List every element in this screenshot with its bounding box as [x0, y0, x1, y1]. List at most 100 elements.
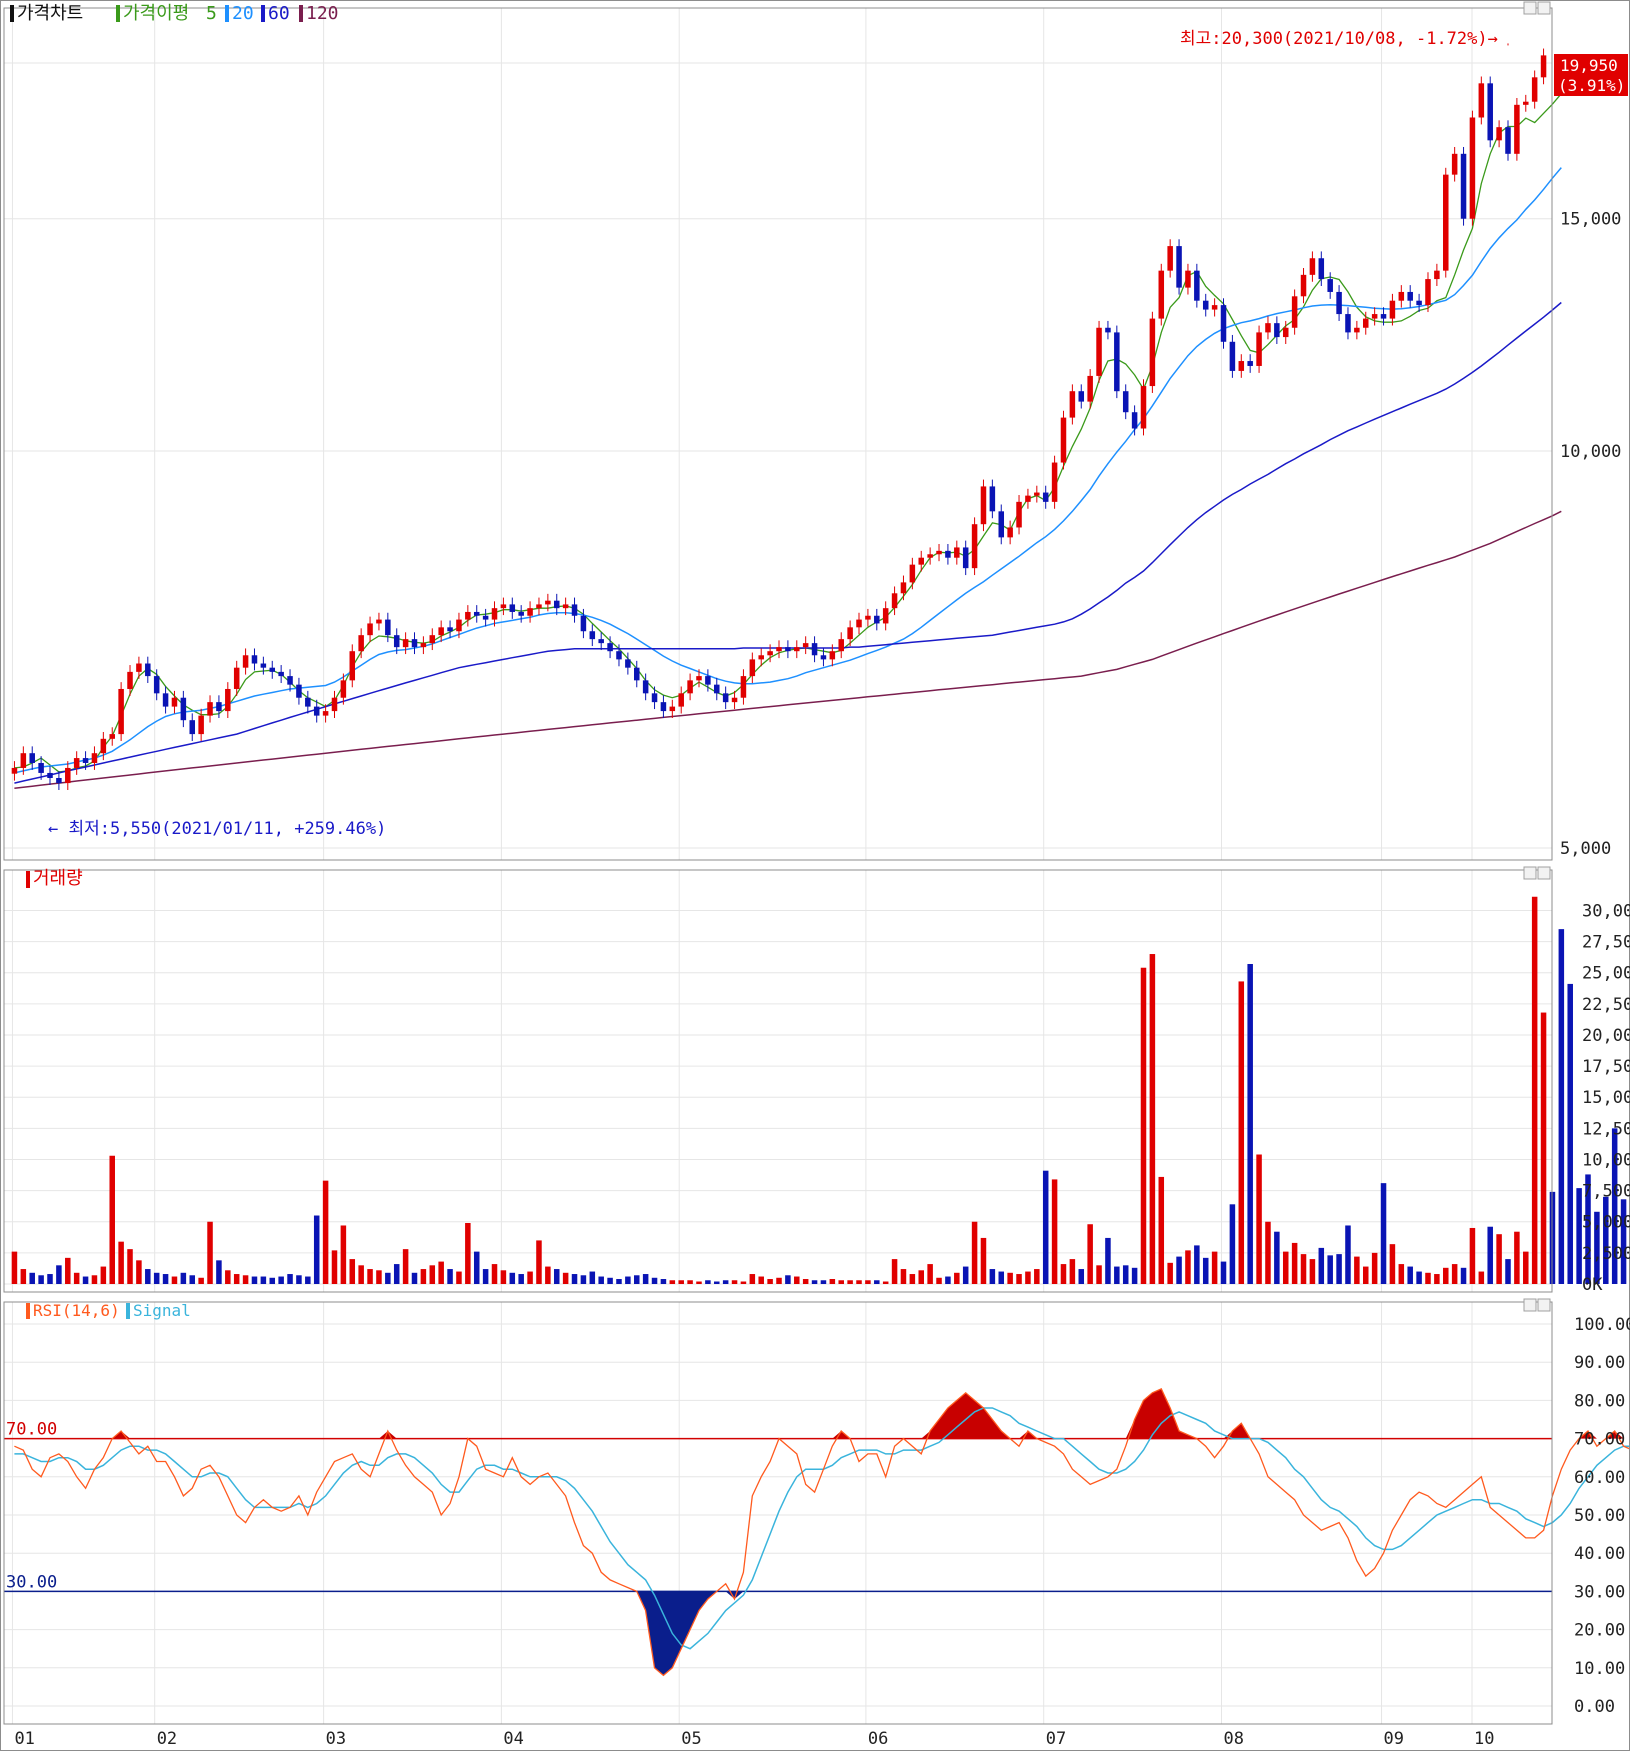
panel-minimize-button[interactable]: [1524, 2, 1536, 14]
volume-y-tick: 12,500K: [1582, 1119, 1630, 1139]
candle-up: [1434, 271, 1440, 279]
volume-bar: [1461, 1268, 1467, 1284]
volume-panel: [12, 897, 1627, 1284]
volume-bar: [1576, 1188, 1582, 1284]
volume-bar: [1443, 1268, 1449, 1284]
volume-bar: [998, 1272, 1004, 1284]
candle-down: [652, 693, 658, 702]
candle-up: [74, 758, 80, 768]
ma-line-20: [14, 168, 1561, 773]
volume-bar: [1034, 1269, 1040, 1284]
candle-down: [145, 664, 151, 677]
volume-bar: [234, 1274, 240, 1284]
candle-down: [661, 702, 667, 711]
panel-minimize-button[interactable]: [1524, 1299, 1536, 1311]
rsi-panel: [4, 1389, 1630, 1676]
candle-up: [856, 620, 862, 628]
price-y-tick: 15,000: [1560, 210, 1621, 230]
volume-bar: [305, 1277, 311, 1284]
volume-bar: [1292, 1243, 1298, 1284]
volume-frame: [4, 870, 1552, 1292]
candle-up: [838, 639, 844, 651]
volume-bar: [1505, 1259, 1511, 1284]
volume-bar: [1603, 1197, 1609, 1284]
ma-label: 가격이평: [123, 3, 189, 24]
candle-down: [1416, 301, 1422, 305]
candle-up: [767, 651, 773, 655]
candle-up: [927, 554, 933, 557]
volume-y-tick: 0K: [1582, 1275, 1603, 1295]
volume-bar: [678, 1280, 684, 1284]
candle-up: [981, 486, 987, 524]
candle-up: [1310, 258, 1316, 275]
panel-close-button[interactable]: [1538, 2, 1550, 14]
volume-bar: [216, 1260, 222, 1284]
volume-bar: [1176, 1257, 1182, 1284]
ma-line-60: [14, 303, 1561, 784]
volume-bar: [38, 1275, 44, 1284]
volume-bar: [252, 1277, 258, 1284]
candle-up: [350, 651, 356, 680]
volume-bar: [581, 1275, 587, 1284]
candle-down: [287, 676, 293, 685]
rsi-y-tick: 30.00: [1574, 1582, 1625, 1602]
volume-bar: [1070, 1259, 1076, 1284]
volume-bar: [394, 1264, 400, 1284]
volume-bar: [972, 1222, 978, 1284]
ma-legend-marker: [261, 5, 265, 22]
panel-close-button[interactable]: [1538, 1299, 1550, 1311]
candle-up: [758, 655, 764, 659]
candle-down: [714, 685, 720, 694]
volume-bar: [536, 1240, 542, 1284]
candle-down: [83, 758, 89, 763]
volume-bar: [474, 1252, 480, 1284]
candle-down: [990, 486, 996, 511]
candle-up: [1443, 175, 1449, 271]
volume-bar: [1514, 1232, 1520, 1284]
volume-bar: [510, 1273, 516, 1284]
volume-bar: [1212, 1252, 1218, 1284]
candle-down: [607, 643, 613, 651]
candle-up: [1354, 328, 1360, 333]
volume-bar: [163, 1274, 169, 1284]
candle-down: [189, 720, 195, 734]
candle-up: [830, 651, 836, 659]
stock-chart[interactable]: 15,00010,0005,00030,000K27,500K25,000K22…: [0, 0, 1630, 1751]
candle-down: [1461, 154, 1467, 219]
volume-bar: [527, 1272, 533, 1284]
volume-bar: [1274, 1232, 1280, 1284]
candle-up: [865, 616, 871, 620]
volume-bar: [732, 1280, 738, 1284]
rsi-signal-title: Signal: [133, 1301, 191, 1320]
volume-bar: [225, 1270, 231, 1284]
candle-up: [1212, 305, 1218, 309]
candle-up: [1167, 246, 1173, 271]
candle-down: [314, 707, 320, 716]
panel-minimize-button[interactable]: [1524, 867, 1536, 879]
volume-bar: [243, 1275, 249, 1284]
volume-bar: [590, 1272, 596, 1284]
candle-up: [376, 620, 382, 624]
candle-down: [572, 604, 578, 615]
candle-down: [1221, 305, 1227, 342]
volume-bar: [109, 1156, 115, 1284]
ma-line-5: [14, 94, 1561, 772]
volume-bar: [758, 1277, 764, 1284]
volume-bar: [1336, 1254, 1342, 1284]
chart-canvas: 15,00010,0005,00030,000K27,500K25,000K22…: [0, 0, 1630, 1751]
volume-bar: [501, 1270, 507, 1284]
ma-legend-20: 20: [232, 3, 254, 24]
candle-up: [118, 689, 124, 734]
x-tick-month: 06: [868, 1729, 888, 1749]
volume-bar: [430, 1265, 436, 1284]
candle-up: [1016, 502, 1022, 528]
panel-close-button[interactable]: [1538, 867, 1550, 879]
candle-up: [901, 582, 907, 593]
candle-up: [127, 672, 133, 689]
rsi-title-marker: [26, 1303, 30, 1319]
volume-bar: [545, 1267, 551, 1284]
candle-down: [1123, 391, 1129, 412]
volume-y-tick: 22,500K: [1582, 995, 1630, 1015]
candle-down: [874, 616, 880, 624]
volume-bar: [1167, 1263, 1173, 1284]
